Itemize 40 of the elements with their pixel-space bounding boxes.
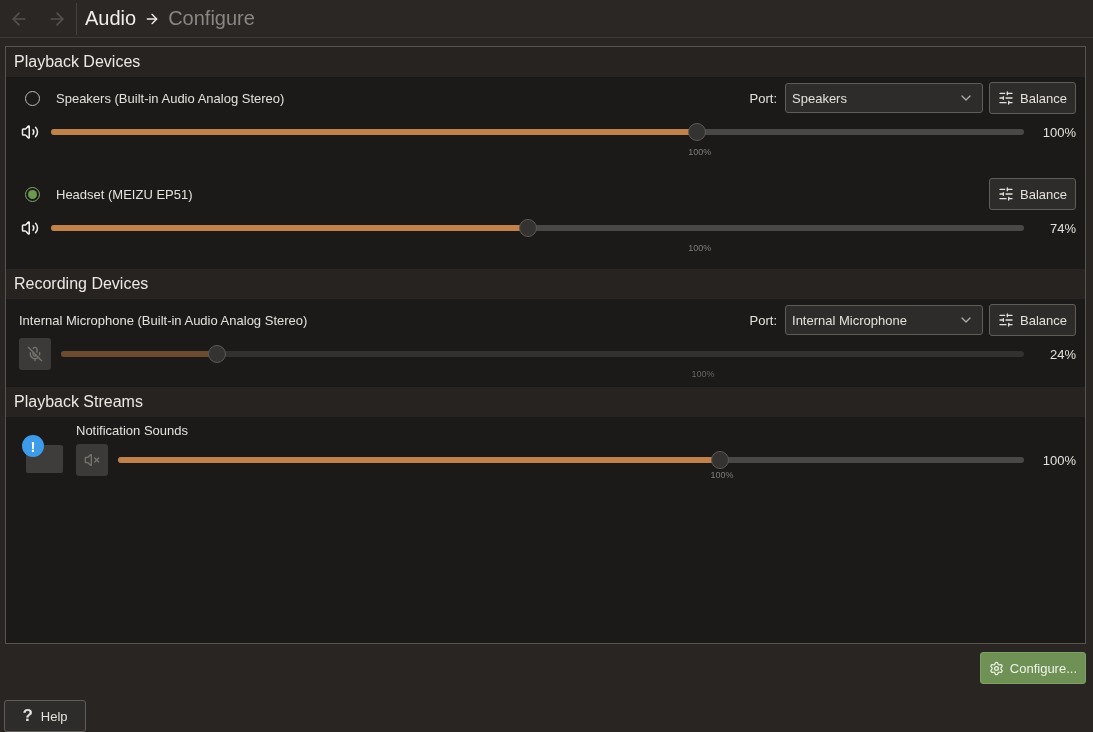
slider-handle[interactable] xyxy=(208,345,226,363)
volume-reading: 24% xyxy=(1048,346,1076,362)
device-name: Headset (MEIZU EP51) xyxy=(56,186,194,202)
tick-label: 100% xyxy=(688,147,712,157)
port-dropdown[interactable]: Speakers xyxy=(785,83,983,113)
tick-label: 100% xyxy=(691,369,715,379)
port-dropdown[interactable]: Internal Microphone xyxy=(785,305,983,335)
volume-reading: 100% xyxy=(1041,452,1076,468)
muted-mic-icon xyxy=(27,346,43,362)
sliders-icon xyxy=(998,186,1014,202)
slider-handle[interactable] xyxy=(688,123,707,141)
device-name: Internal Microphone (Built-in Audio Analog Stereo) xyxy=(19,312,309,328)
muted-speaker-icon xyxy=(84,452,100,468)
help-button[interactable]: ? Help xyxy=(4,700,86,732)
port-label: Port: xyxy=(749,90,777,106)
volume-reading: 74% xyxy=(1048,220,1076,236)
gear-icon xyxy=(988,660,1004,676)
balance-button[interactable]: Balance xyxy=(989,178,1076,210)
speaker-icon[interactable] xyxy=(19,219,41,237)
breadcrumb-item: Configure xyxy=(168,7,255,30)
section-header: Playback Devices xyxy=(6,47,1085,77)
tick-label: 100% xyxy=(688,243,712,253)
mute-button[interactable] xyxy=(19,338,51,370)
sliders-icon xyxy=(998,312,1014,328)
alert-badge: ! xyxy=(22,435,44,457)
sliders-icon xyxy=(998,90,1014,106)
breadcrumb-item[interactable]: Audio xyxy=(85,7,137,30)
slider-handle[interactable] xyxy=(518,219,537,237)
section-header: Playback Streams xyxy=(6,387,1085,417)
device-name: Speakers (Built-in Audio Analog Stereo) xyxy=(56,90,286,106)
section-header: Recording Devices xyxy=(6,269,1085,299)
mute-button[interactable] xyxy=(76,444,108,476)
speaker-icon[interactable] xyxy=(19,123,41,141)
balance-button[interactable]: Balance xyxy=(989,304,1076,336)
port-label: Port: xyxy=(749,312,777,328)
slider-handle[interactable] xyxy=(710,451,729,469)
volume-reading: 100% xyxy=(1041,124,1076,140)
balance-button[interactable]: Balance xyxy=(989,82,1076,114)
tick-label: 100% xyxy=(710,470,734,480)
stream-name: Notification Sounds xyxy=(76,423,189,440)
